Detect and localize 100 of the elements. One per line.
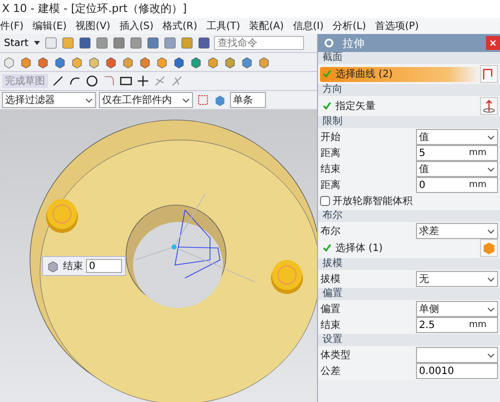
menu-item[interactable]: 视图(V) xyxy=(76,19,110,33)
curve-icon[interactable] xyxy=(480,65,498,83)
menu-item[interactable]: 件(F) xyxy=(0,19,24,33)
chevron-icon xyxy=(487,351,495,359)
option-dropdown[interactable]: 值 xyxy=(416,129,498,145)
toolbar-icon[interactable] xyxy=(223,55,237,69)
toolbar-icon[interactable] xyxy=(146,36,160,50)
toolbar-icon[interactable] xyxy=(19,55,33,69)
menu-item[interactable]: 首选项(P) xyxy=(374,19,419,33)
option-dropdown[interactable]: 单侧 xyxy=(416,301,498,317)
toolbar-icon[interactable] xyxy=(70,55,84,69)
menu-item[interactable]: 信息(I) xyxy=(292,19,324,33)
scope-dropdown[interactable]: 仅在工作部件内 xyxy=(99,92,193,108)
menu-item[interactable]: 编辑(E) xyxy=(32,19,67,33)
toolbar-icon[interactable] xyxy=(206,55,220,69)
section-header[interactable]: 设置 xyxy=(322,334,342,345)
close-icon xyxy=(489,39,497,47)
section-header[interactable]: 截面 xyxy=(322,52,342,63)
section-header[interactable]: 拔模 xyxy=(322,258,342,269)
toolbar-icon[interactable] xyxy=(129,36,144,50)
field-label: 偏置 xyxy=(320,302,340,316)
toolbar-icon[interactable] xyxy=(240,55,254,69)
menu-item[interactable]: 工具(T) xyxy=(206,19,240,33)
selection-step[interactable]: 选择体 (1) xyxy=(320,240,480,256)
toolbar-icon[interactable] xyxy=(172,55,186,69)
toolbar-icon[interactable] xyxy=(53,55,67,69)
number-field[interactable]: 2.5 mm xyxy=(416,317,498,333)
check-icon xyxy=(322,69,332,79)
menu-item[interactable]: 格式(R) xyxy=(162,19,198,33)
close-button[interactable] xyxy=(486,36,500,50)
option-dropdown[interactable]: 无 xyxy=(416,271,498,287)
toolbar-icon[interactable] xyxy=(104,55,118,69)
toolbar-icon[interactable] xyxy=(44,36,58,50)
section-header[interactable]: 方向 xyxy=(322,84,342,95)
field-label: 布尔 xyxy=(320,225,340,238)
selection-step[interactable]: 选择曲线 (2) xyxy=(320,66,480,82)
chevron-icon xyxy=(182,96,190,104)
toolbar-icon[interactable] xyxy=(138,55,152,69)
dialog-title: 拉伸 xyxy=(342,36,366,50)
option-dropdown[interactable]: 求差 xyxy=(416,223,498,239)
caret-icon[interactable] xyxy=(33,39,42,47)
snap-icon[interactable] xyxy=(196,93,210,107)
checkbox[interactable] xyxy=(320,196,330,206)
unit-label: mm xyxy=(469,148,487,158)
unit-label: mm xyxy=(469,180,487,190)
chevron-icon xyxy=(487,165,495,173)
toolbar-icon[interactable] xyxy=(189,55,203,69)
toolbar-icon[interactable] xyxy=(36,55,50,69)
field-label: 距离 xyxy=(320,178,340,192)
selection-filter-dropdown[interactable]: 选择过滤器 xyxy=(2,92,96,108)
plus-icon[interactable] xyxy=(136,74,150,88)
section-header[interactable]: 偏置 xyxy=(322,288,342,299)
toolbar-icon[interactable] xyxy=(197,36,212,50)
chevron-icon xyxy=(487,227,495,235)
chevron-icon xyxy=(487,305,495,313)
check-icon xyxy=(322,101,332,111)
toolbar-icon[interactable] xyxy=(180,36,194,50)
number-field[interactable]: 5 mm xyxy=(416,145,498,161)
field-label: 开始 xyxy=(320,131,340,144)
field-label: 拔模 xyxy=(320,272,340,286)
toolbar-icon[interactable] xyxy=(95,36,110,50)
toolbar-icon[interactable] xyxy=(257,55,271,69)
field-label: 距离 xyxy=(320,146,340,160)
line-icon[interactable] xyxy=(51,74,65,88)
window-title: X 10 - 建模 - [定位环.prt（修改的）] xyxy=(2,2,187,15)
rectangle-icon[interactable] xyxy=(119,74,133,88)
cube-icon[interactable] xyxy=(213,93,227,107)
toolbar-icon[interactable] xyxy=(87,55,101,69)
start-button[interactable]: Start xyxy=(2,38,30,48)
toolbar-icon[interactable] xyxy=(112,36,126,50)
end-label: 结束 xyxy=(63,260,83,273)
cube-icon[interactable] xyxy=(46,259,60,273)
selection-mode-dropdown[interactable]: 单条 xyxy=(230,92,266,108)
toolbar-icon[interactable] xyxy=(163,36,178,50)
vector-icon[interactable] xyxy=(480,97,498,115)
number-field[interactable]: 0 mm xyxy=(416,177,498,193)
section-header[interactable]: 限制 xyxy=(322,116,342,127)
check-icon xyxy=(322,243,332,253)
toolbar-icon[interactable] xyxy=(78,36,92,50)
toolbar-icon[interactable] xyxy=(61,36,76,50)
toolbar-icon[interactable] xyxy=(155,55,169,69)
circle-icon[interactable] xyxy=(85,74,99,88)
option-dropdown[interactable]: 值 xyxy=(416,161,498,177)
chevron-icon xyxy=(487,133,495,141)
toolbar-icon[interactable] xyxy=(2,55,16,69)
menu-item[interactable]: 装配(A) xyxy=(249,19,284,33)
chevron-icon xyxy=(487,275,495,283)
menu-item[interactable]: 插入(S) xyxy=(119,19,154,33)
search-field[interactable]: 查找命令 xyxy=(214,36,304,50)
settings-icon[interactable] xyxy=(322,36,336,50)
unit-label: mm xyxy=(469,320,487,330)
checkbox-label: 开放轮廓智能体积 xyxy=(332,194,412,208)
number-field[interactable]: 0.0010 xyxy=(416,363,498,379)
chevron-icon xyxy=(85,96,93,104)
section-header[interactable]: 布尔 xyxy=(322,210,342,221)
field-label: 体类型 xyxy=(320,348,350,362)
end-input[interactable]: 0 xyxy=(86,259,122,273)
toolbar-icon[interactable] xyxy=(121,55,135,69)
menu-item[interactable]: 分析(L) xyxy=(332,19,366,33)
field-label: 结束 xyxy=(320,162,340,176)
